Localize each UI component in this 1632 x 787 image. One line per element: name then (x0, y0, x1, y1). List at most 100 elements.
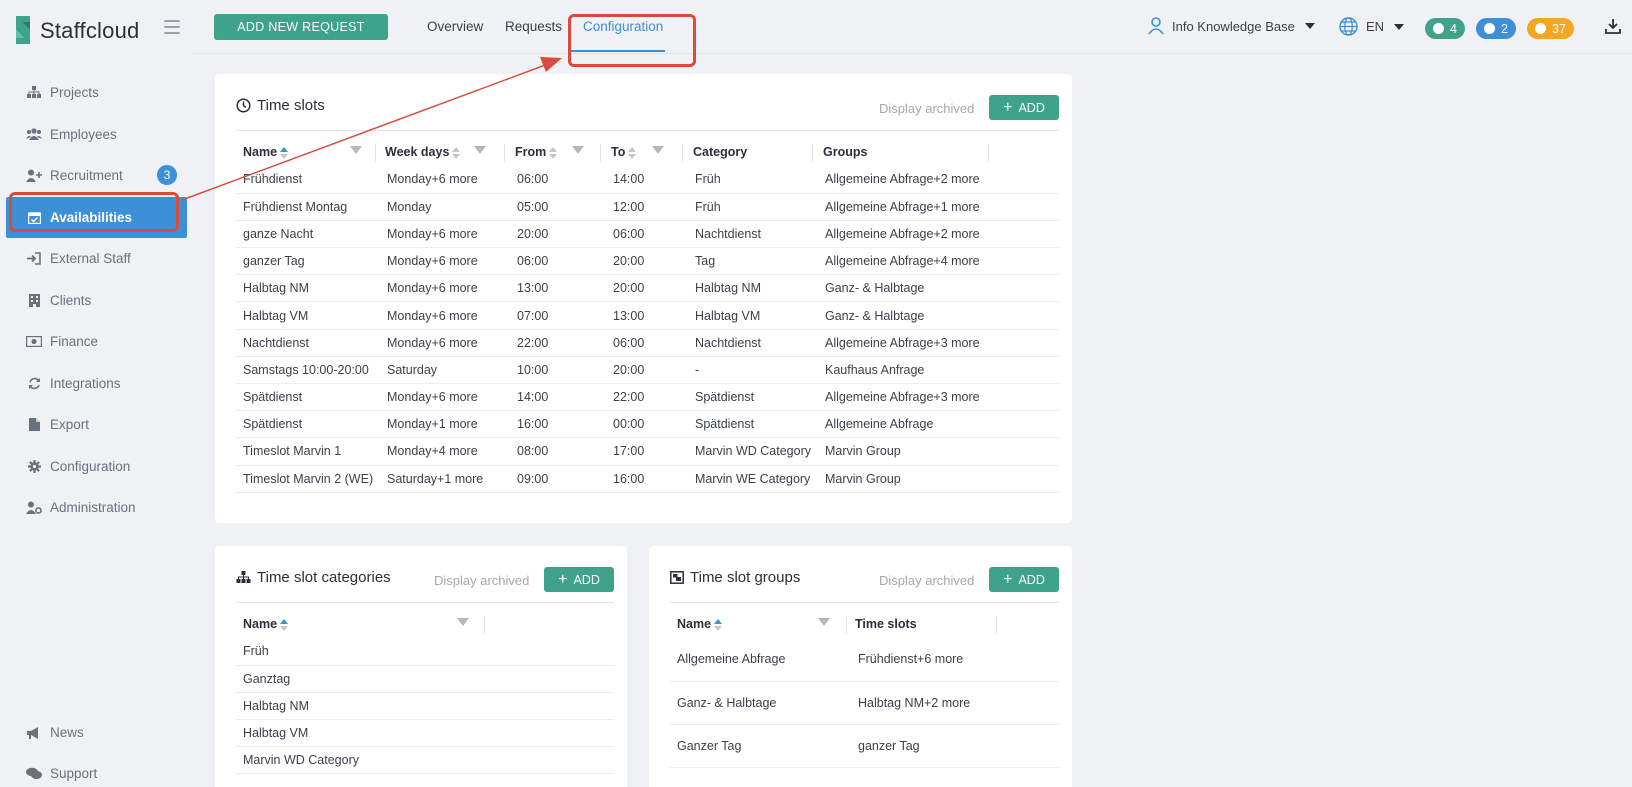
filter-icon[interactable] (818, 618, 830, 626)
sort-asc-icon[interactable] (280, 618, 289, 631)
table-cell: Allgemeine Abfrage+2 more (816, 166, 1059, 194)
column-header-from[interactable]: From (508, 138, 604, 166)
add-group-button[interactable]: + ADD (989, 567, 1059, 592)
table-row[interactable]: Halbtag VM Monday+6 more 07:00 13:00 Halbtag… (236, 301, 1059, 330)
column-header-to[interactable]: To (604, 138, 686, 166)
column-header-time-slots[interactable]: Time slots (848, 610, 998, 638)
sort-icon[interactable] (549, 146, 558, 159)
table-cell: Timeslot Marvin 2 (WE) (236, 465, 378, 493)
table-row[interactable]: Halbtag NM Monday+6 more 13:00 20:00 Halbtag… (236, 274, 1059, 303)
column-header-category[interactable]: Category (686, 138, 816, 166)
table-row[interactable]: Halbtag NM (236, 692, 614, 721)
time-slot-categories-card: Time slot categories Display archived + … (215, 546, 627, 787)
sidebar-item-support[interactable]: Support (0, 753, 193, 787)
table-cell: Allgemeine Abfrage (816, 410, 1059, 439)
sort-asc-icon[interactable] (280, 146, 289, 159)
table-cell: Allgemeine Abfrage+4 more (816, 247, 1059, 276)
display-archived-toggle[interactable]: Display archived (434, 573, 529, 588)
filter-icon[interactable] (474, 146, 486, 154)
table-cell: Monday (378, 193, 508, 221)
sidebar-item-news[interactable]: News (0, 712, 193, 753)
notifications-badge[interactable]: 2 (1476, 18, 1516, 39)
sign-in-icon (26, 252, 42, 266)
add-label: ADD (1018, 100, 1045, 115)
column-header-groups[interactable]: Groups (816, 138, 1059, 166)
sort-asc-icon[interactable] (714, 618, 723, 631)
column-header-name[interactable]: Name (670, 610, 848, 638)
filter-icon[interactable] (652, 146, 664, 154)
display-archived-toggle[interactable]: Display archived (879, 573, 974, 588)
table-row[interactable]: Frühdienst Montag Monday 05:00 12:00 Früh All… (236, 193, 1059, 221)
pending-badge[interactable]: 37 (1527, 18, 1574, 39)
language-selector[interactable]: EN (1339, 17, 1405, 36)
table-cell: Timeslot Marvin 1 (236, 437, 378, 466)
sort-icon[interactable] (452, 146, 461, 159)
table-cell: 22:00 (508, 329, 604, 357)
table-row[interactable]: Samstags 10:00-20:00 Saturday 10:00 20:00- K… (236, 356, 1059, 385)
table-row[interactable]: ganzer Tag Monday+6 more 06:00 20:00 Tag Allg… (236, 247, 1059, 276)
table-row[interactable]: Frühdienst Monday+6 more 06:00 14:00 Früh All… (236, 166, 1059, 194)
sidebar-item-finance[interactable]: Finance (0, 321, 193, 363)
sidebar-item-export[interactable]: Export (0, 404, 193, 446)
tab-configuration[interactable]: Configuration (583, 19, 663, 34)
table-cell: Monday+6 more (378, 166, 508, 194)
user-menu[interactable]: Info Knowledge Base (1148, 17, 1315, 35)
download-icon[interactable] (1605, 18, 1621, 34)
column-header-name[interactable]: Name (236, 138, 378, 166)
sidebar-item-projects[interactable]: Projects (0, 72, 193, 114)
table-row[interactable]: Timeslot Marvin 2 (WE) Saturday+1 more 09:… (236, 465, 1059, 493)
table-cell: Ganzer Tag (670, 724, 848, 768)
logo[interactable]: Staffcloud (14, 14, 139, 48)
add-new-request-button[interactable]: ADD NEW REQUEST (214, 14, 388, 40)
table-row[interactable]: Allgemeine Abfrage Frühdienst+6 more (670, 638, 1059, 682)
table-cell: Frühdienst+6 more (848, 638, 998, 682)
table-cell: Marvin Group (816, 465, 1059, 493)
table-row[interactable]: Timeslot Marvin 1 Monday+4 more 08:00 17:00… (236, 437, 1059, 466)
messages-badge[interactable]: 4 (1425, 18, 1465, 39)
table-row[interactable]: Früh (236, 638, 614, 666)
table-cell: Marvin WE Category (686, 465, 816, 493)
filter-icon[interactable] (350, 146, 362, 154)
sidebar-item-external-staff[interactable]: External Staff (0, 238, 193, 280)
sidebar-item-administration[interactable]: Administration (0, 487, 193, 529)
sidebar-item-clients[interactable]: Clients (0, 280, 193, 322)
table-cell: ganze Nacht (236, 220, 378, 249)
tab-overview[interactable]: Overview (427, 19, 483, 34)
table-row[interactable]: Halbtag VM (236, 719, 614, 748)
table-cell: 06:00 (508, 247, 604, 276)
table-row[interactable]: Ganz- & Halbtage Halbtag NM+2 more (670, 681, 1059, 725)
sort-icon[interactable] (628, 146, 637, 159)
add-label: ADD (573, 572, 600, 587)
column-header-week-days[interactable]: Week days (378, 138, 508, 166)
menu-toggle-icon[interactable] (164, 20, 180, 34)
sidebar-item-employees[interactable]: Employees (0, 114, 193, 156)
display-archived-toggle[interactable]: Display archived (879, 101, 974, 116)
sidebar-item-label: Finance (50, 334, 99, 350)
sidebar-item-label: Employees (50, 126, 117, 142)
filter-icon[interactable] (457, 618, 469, 626)
column-header-name[interactable]: Name (236, 610, 486, 638)
table-row[interactable]: Ganztag (236, 665, 614, 693)
table-row[interactable]: Spätdienst Monday+6 more 14:00 22:00 Spätdie… (236, 383, 1059, 412)
filter-icon[interactable] (572, 146, 584, 154)
gear-icon (26, 459, 42, 473)
sidebar-item-integrations[interactable]: Integrations (0, 363, 193, 405)
table-row[interactable]: ganze Nacht Monday+6 more 20:00 06:00 Nachtd… (236, 220, 1059, 249)
table-row[interactable]: Marvin WD Category (236, 746, 614, 775)
sidebar-item-configuration[interactable]: Configuration (0, 446, 193, 488)
add-time-slot-button[interactable]: + ADD (989, 95, 1059, 120)
sidebar-item-recruitment[interactable]: Recruitment 3 (0, 155, 193, 197)
tab-requests[interactable]: Requests (505, 19, 562, 34)
add-category-button[interactable]: + ADD (544, 567, 614, 592)
sidebar: Staffcloud Projects Employees Recruitmen… (0, 0, 193, 787)
table-row[interactable]: Spätdienst Monday+1 more 16:00 00:00 Spätdie… (236, 410, 1059, 439)
table-cell: 06:00 (604, 329, 686, 357)
table-row[interactable]: Nachtdienst Monday+6 more 22:00 06:00 Nachtd… (236, 329, 1059, 357)
table-cell: Marvin Group (816, 437, 1059, 466)
table-cell: ganzer Tag (236, 247, 378, 276)
sidebar-item-availabilities[interactable]: Availabilities (6, 196, 187, 238)
table-row[interactable]: Ganzer Tag ganzer Tag (670, 724, 1059, 768)
users-icon (26, 127, 42, 141)
table-cell: Allgemeine Abfrage+3 more (816, 329, 1059, 357)
table-cell: 05:00 (508, 193, 604, 221)
